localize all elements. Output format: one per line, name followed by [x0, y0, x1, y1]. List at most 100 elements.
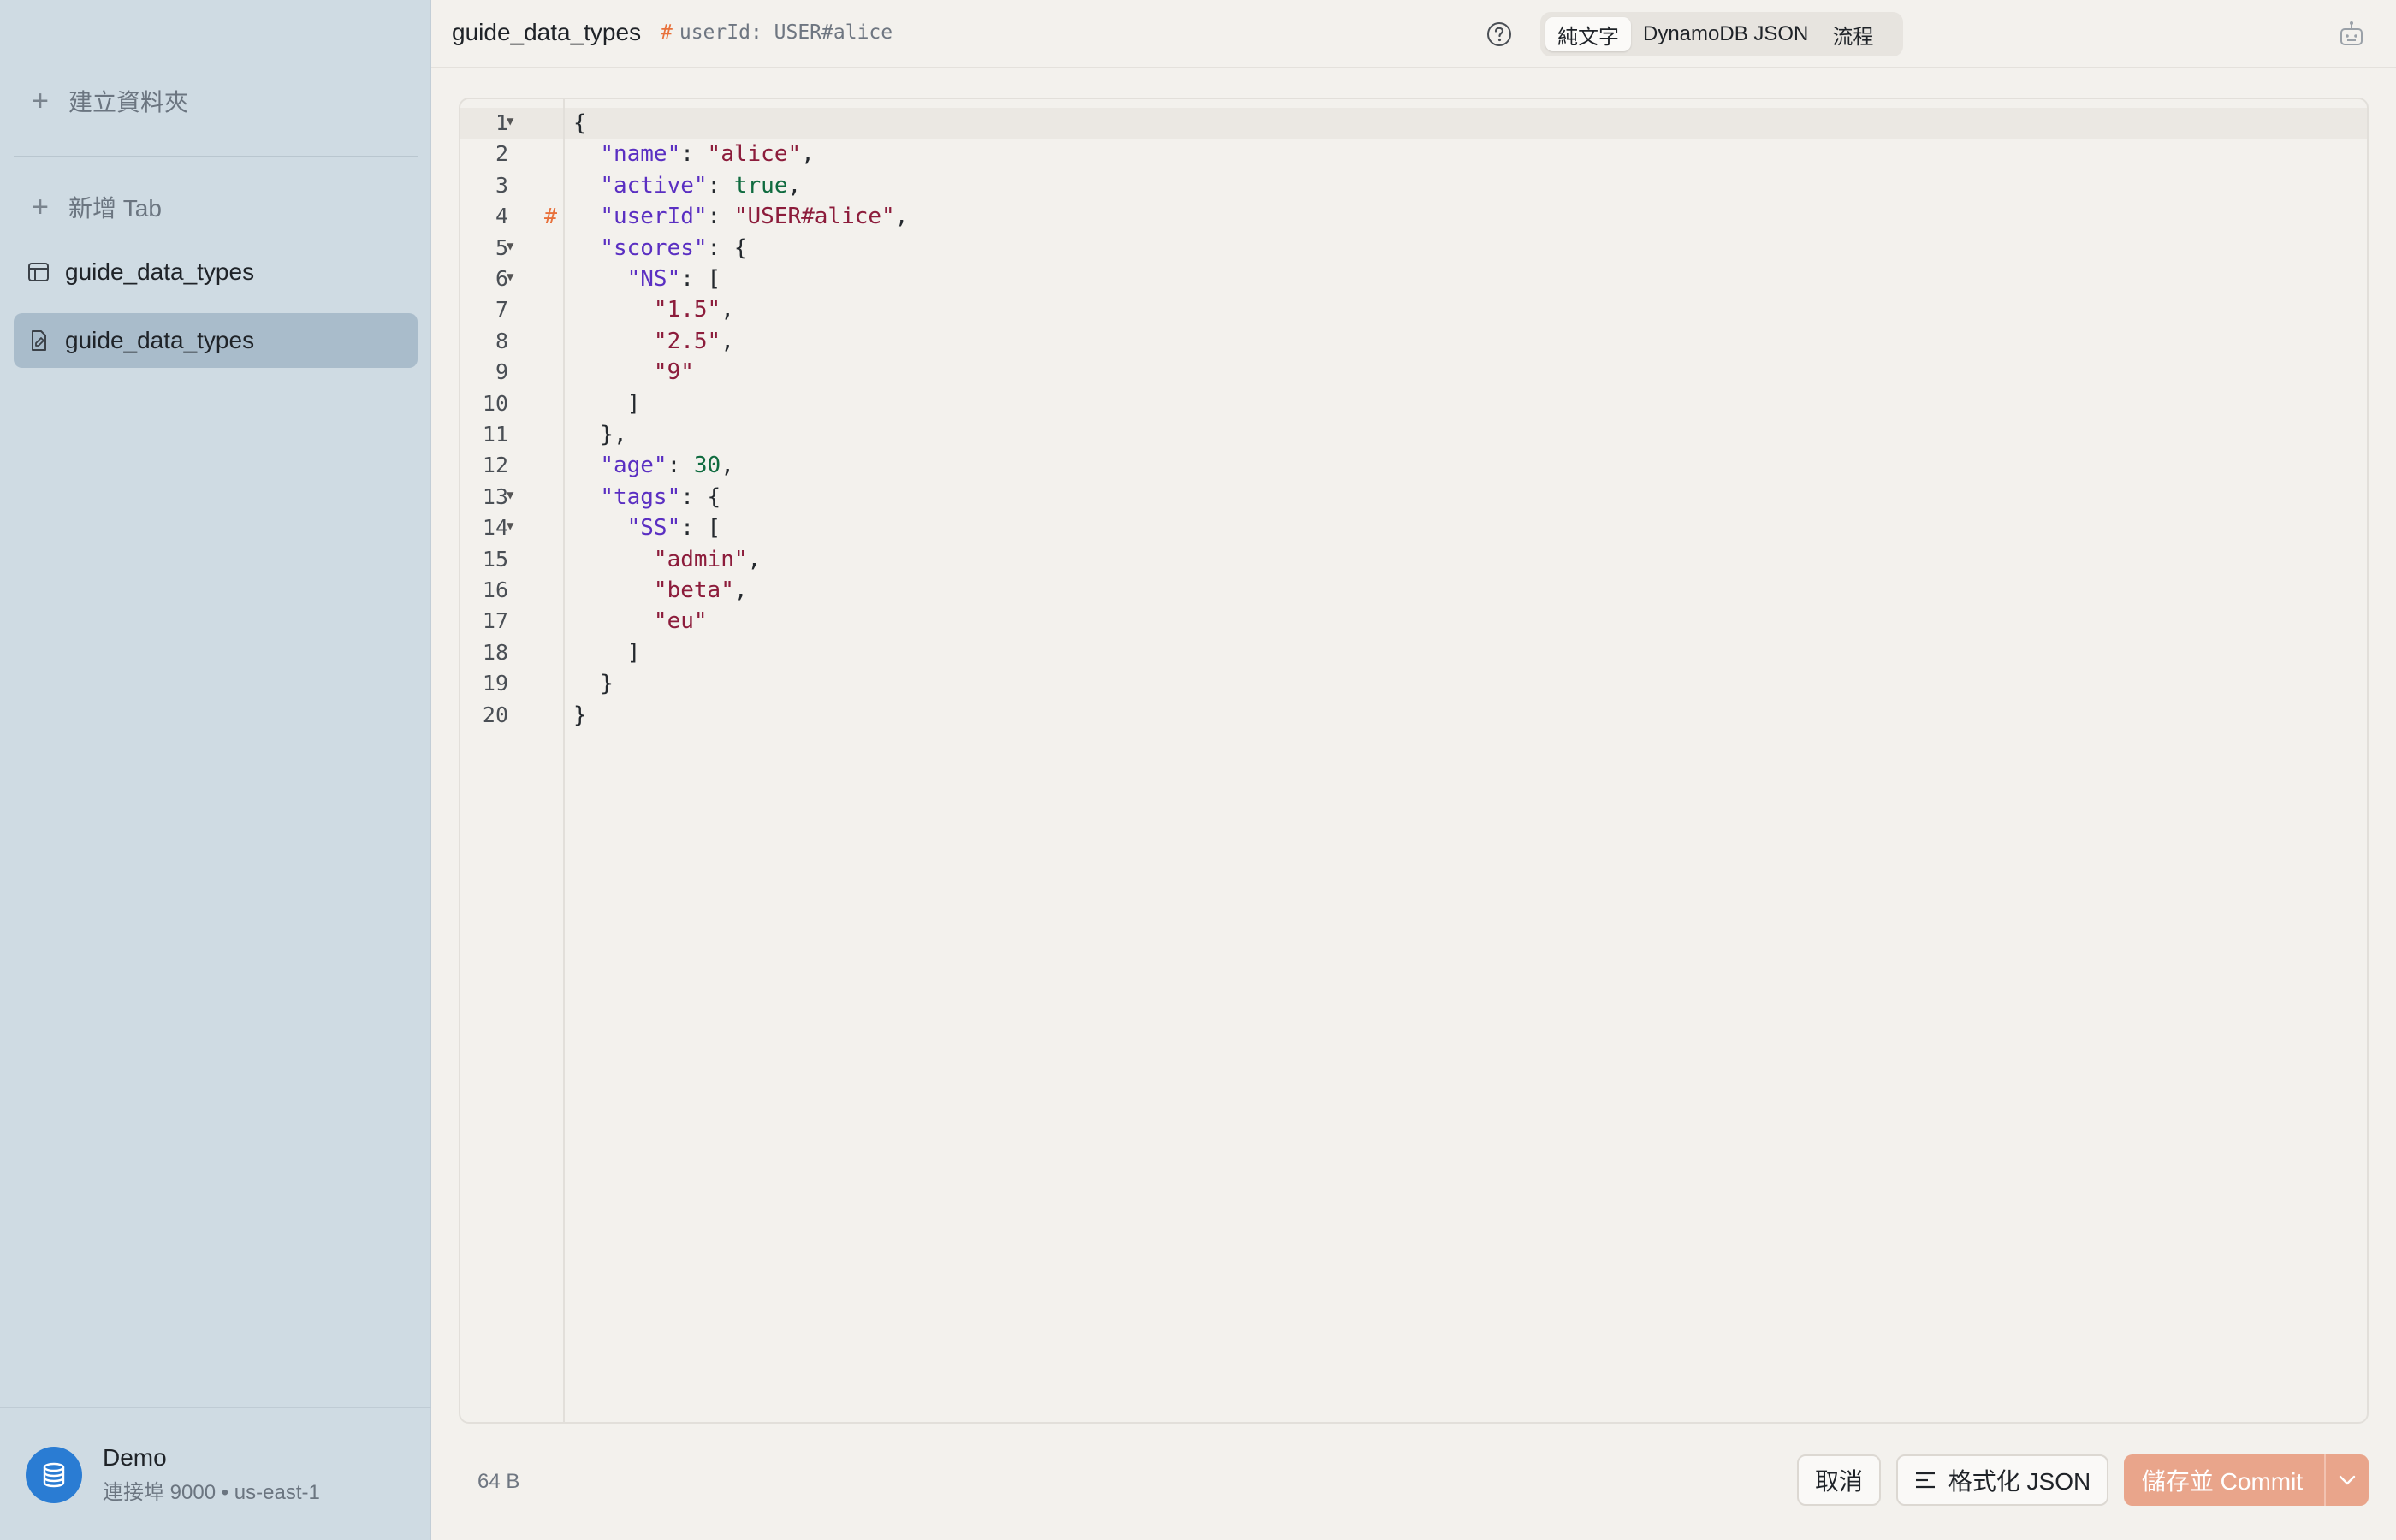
line-number-text: 1	[495, 110, 508, 135]
code-line: "2.5",	[573, 326, 734, 357]
line-number: 7	[460, 294, 565, 325]
code-line: "eu"	[573, 606, 708, 637]
line-number-text: 15	[482, 546, 508, 572]
code-token: "tags"	[600, 483, 681, 510]
line-number-text: 18	[482, 639, 508, 665]
code-token: ,	[733, 578, 748, 603]
code-token: : {	[680, 483, 721, 510]
code-token: ,	[747, 546, 762, 572]
code-line: "age": 30,	[573, 450, 734, 481]
line-number-text: 7	[495, 297, 508, 323]
editor-header: guide_data_types # userId: USER#alice	[431, 0, 2396, 68]
code-token: {	[573, 110, 587, 136]
code-token: : [	[680, 515, 721, 542]
align-left-icon	[1915, 1472, 1935, 1489]
line-number-text: 3	[495, 172, 508, 198]
item-key-text: userId: USER#alice	[679, 21, 893, 44]
sidebar-divider	[14, 156, 418, 157]
code-token: :	[680, 141, 708, 168]
code-token: "1.5"	[653, 297, 721, 323]
fold-toggle-icon[interactable]: ▼	[507, 270, 513, 284]
mode-plain-text[interactable]: 純文字	[1545, 17, 1631, 51]
json-editor[interactable]: 1 ▼ 2 3 4 #5 ▼ 6 ▼ 7 8 9 10 11 12 13 ▼ 14 ▼ 15 16 17 18 19 20 { …	[459, 98, 2369, 1424]
fold-toggle-icon[interactable]: ▼	[507, 519, 513, 533]
save-commit-button[interactable]: 儲存並 Commit	[2124, 1454, 2369, 1506]
code-token: 30	[693, 453, 721, 479]
code-line: "9"	[573, 357, 694, 388]
new-tab-button[interactable]: + 新增 Tab	[14, 180, 418, 234]
line-number-text: 6	[495, 266, 508, 291]
code-token: ]	[573, 639, 641, 666]
view-mode-toggle: 純文字 DynamoDB JSON 流程	[1540, 12, 1903, 56]
format-json-button[interactable]: 格式化 JSON	[1896, 1454, 2108, 1506]
cancel-button[interactable]: 取消	[1797, 1454, 1881, 1506]
code-line: },	[573, 419, 627, 450]
fold-toggle-icon[interactable]: ▼	[507, 115, 513, 128]
create-folder-label: 建立資料夾	[68, 89, 189, 116]
code-token: },	[573, 422, 627, 447]
chevron-down-icon[interactable]	[2324, 1454, 2369, 1506]
line-number-text: 11	[482, 422, 508, 447]
line-number: 4 #	[460, 201, 565, 232]
sidebar-item-label: guide_data_types	[65, 258, 255, 285]
cancel-label: 取消	[1814, 1468, 1863, 1495]
help-icon[interactable]	[1486, 21, 1513, 48]
code-token: "name"	[600, 141, 681, 168]
code-line: "NS": [	[573, 264, 721, 294]
key-marker-icon: #	[544, 204, 558, 229]
code-line: "active": true,	[573, 170, 801, 201]
code-line: {	[573, 108, 587, 139]
code-token: "admin"	[653, 546, 748, 572]
sidebar-item-document[interactable]: guide_data_types	[14, 313, 418, 368]
sidebar: + 建立資料夾 + 新增 Tab guide_data_types guide_…	[0, 0, 431, 1540]
mode-dynamodb-json[interactable]: DynamoDB JSON	[1631, 17, 1820, 51]
mode-flow[interactable]: 流程	[1820, 17, 1885, 51]
line-number-text: 2	[495, 141, 508, 167]
fold-toggle-icon[interactable]: ▼	[507, 240, 513, 253]
code-token: "2.5"	[653, 328, 721, 354]
robot-icon[interactable]	[2336, 19, 2367, 50]
line-number-text: 14	[482, 515, 508, 541]
line-number-text: 17	[482, 608, 508, 634]
code-token: : {	[707, 234, 748, 261]
line-number: 6 ▼	[460, 264, 565, 294]
new-tab-label: 新增 Tab	[68, 195, 162, 222]
code-token: "age"	[600, 453, 667, 479]
code-token: "active"	[600, 172, 708, 198]
line-number: 11	[460, 419, 565, 450]
line-number-text: 16	[482, 578, 508, 602]
code-token: ,	[894, 204, 909, 230]
hash-icon: #	[661, 21, 673, 44]
plus-icon: +	[32, 190, 49, 223]
line-number: 2	[460, 139, 565, 169]
code-line: "tags": {	[573, 482, 721, 512]
sidebar-item-table[interactable]: guide_data_types	[14, 245, 418, 299]
code-area[interactable]: { "name": "alice", "active": true, "user…	[565, 99, 2367, 1422]
sidebar-footer-divider	[0, 1407, 431, 1408]
fold-toggle-icon[interactable]: ▼	[507, 489, 513, 502]
code-line: }	[573, 700, 587, 731]
code-line: "beta",	[573, 575, 748, 606]
create-folder-button[interactable]: + 建立資料夾	[14, 74, 418, 128]
code-line: }	[573, 668, 614, 699]
code-line: "SS": [	[573, 512, 721, 543]
line-number: 10	[460, 388, 565, 419]
code-token: ]	[573, 390, 641, 417]
connection-detail: 連接埠 9000 • us-east-1	[103, 1481, 320, 1504]
code-token: ,	[721, 453, 734, 479]
code-line: ]	[573, 388, 641, 419]
line-number: 18	[460, 637, 565, 668]
code-token: ,	[721, 297, 734, 323]
connection-info[interactable]: Demo 連接埠 9000 • us-east-1	[26, 1444, 320, 1505]
code-token: ,	[787, 172, 802, 198]
code-line: "scores": {	[573, 233, 748, 264]
